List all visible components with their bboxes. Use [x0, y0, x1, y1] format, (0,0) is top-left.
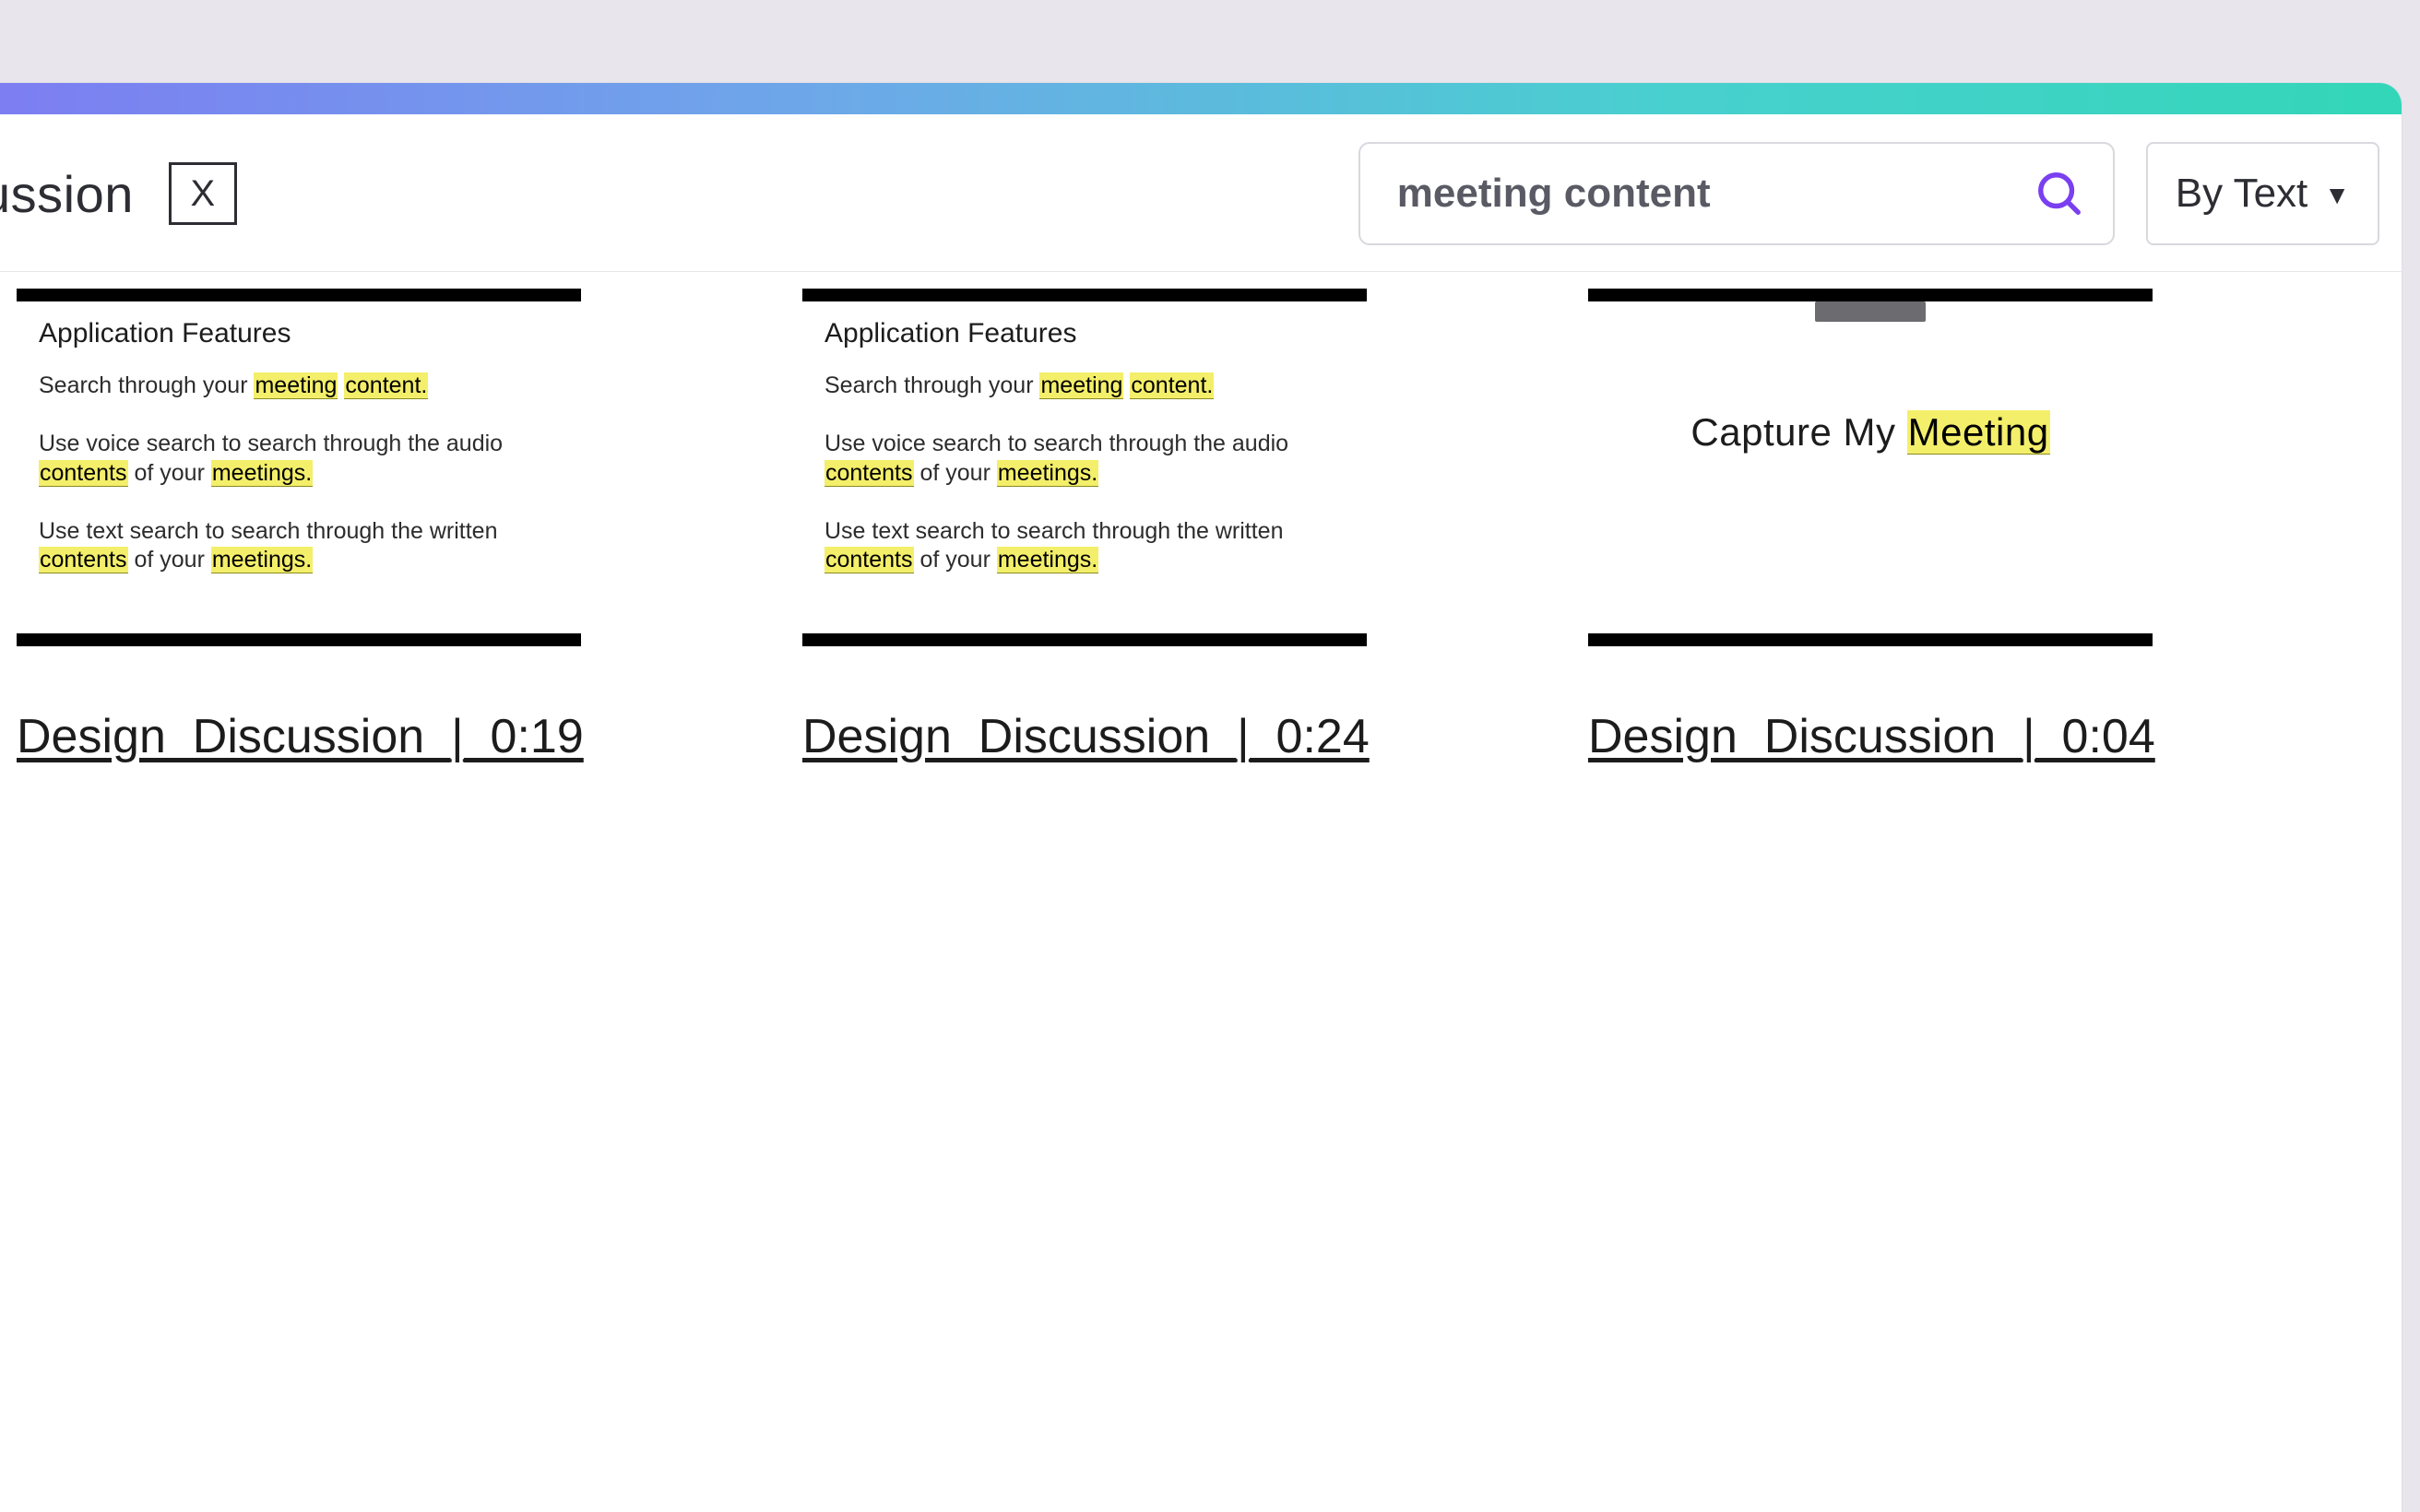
result-link[interactable]: Design_Discussion_|_0:19 — [17, 709, 581, 764]
highlight: contents — [824, 547, 914, 573]
thumb-line: Use voice search to search through the a… — [824, 430, 1304, 488]
search-icon[interactable] — [2032, 166, 2087, 221]
highlight: meeting — [254, 372, 338, 399]
highlight: contents — [824, 460, 914, 487]
result-thumbnail[interactable]: Capture My Meeting — [1588, 289, 2153, 646]
thumb-heading: Application Features — [39, 318, 559, 349]
filter-dropdown[interactable]: By Text ▼ — [2146, 142, 2379, 245]
result-link[interactable]: Design_Discussion_|_0:24 — [802, 709, 1367, 764]
chevron-down-icon: ▼ — [2324, 183, 2350, 208]
thumb-title-text: Capture My Meeting — [1690, 410, 2049, 455]
thumb-line: Use voice search to search through the a… — [39, 430, 518, 488]
page-title-fragment: ussion — [0, 164, 134, 224]
result-thumbnail[interactable]: Application Features Search through your… — [802, 289, 1367, 646]
top-bar: ussion X By Text ▼ — [0, 114, 2402, 272]
results-grid: Application Features Search through your… — [0, 272, 2402, 801]
filter-selected-label: By Text — [2176, 171, 2307, 217]
result-thumbnail[interactable]: Application Features Search through your… — [17, 289, 581, 646]
thumb-line: Search through your meeting content. — [824, 372, 1304, 400]
result-card: Capture My Meeting Design_Discussion_|_0… — [1588, 289, 2153, 764]
highlight: meeting — [1039, 372, 1123, 399]
thumb-heading: Application Features — [824, 318, 1345, 349]
thumb-line: Use text search to search through the wr… — [824, 517, 1304, 575]
search-input[interactable] — [1397, 171, 2032, 217]
highlight: meetings. — [211, 460, 313, 487]
highlight: meetings. — [211, 547, 313, 573]
result-link[interactable]: Design_Discussion_|_0:04 — [1588, 709, 2153, 764]
search-box[interactable] — [1358, 142, 2115, 245]
highlight: meetings. — [997, 547, 1098, 573]
thumb-line: Use text search to search through the wr… — [39, 517, 518, 575]
close-button[interactable]: X — [169, 162, 237, 225]
highlight: contents — [39, 460, 128, 487]
highlight: content. — [1130, 372, 1214, 399]
thumb-line: Search through your meeting content. — [39, 372, 518, 400]
thumb-address-bar — [1815, 301, 1926, 322]
window-gradient-bar — [0, 83, 2402, 114]
highlight: content. — [344, 372, 428, 399]
highlight: meetings. — [997, 460, 1098, 487]
result-card: Application Features Search through your… — [802, 289, 1367, 764]
app-window: ussion X By Text ▼ Application Features … — [0, 83, 2402, 1512]
highlight: contents — [39, 547, 128, 573]
highlight: Meeting — [1907, 410, 2050, 455]
result-card: Application Features Search through your… — [17, 289, 581, 764]
